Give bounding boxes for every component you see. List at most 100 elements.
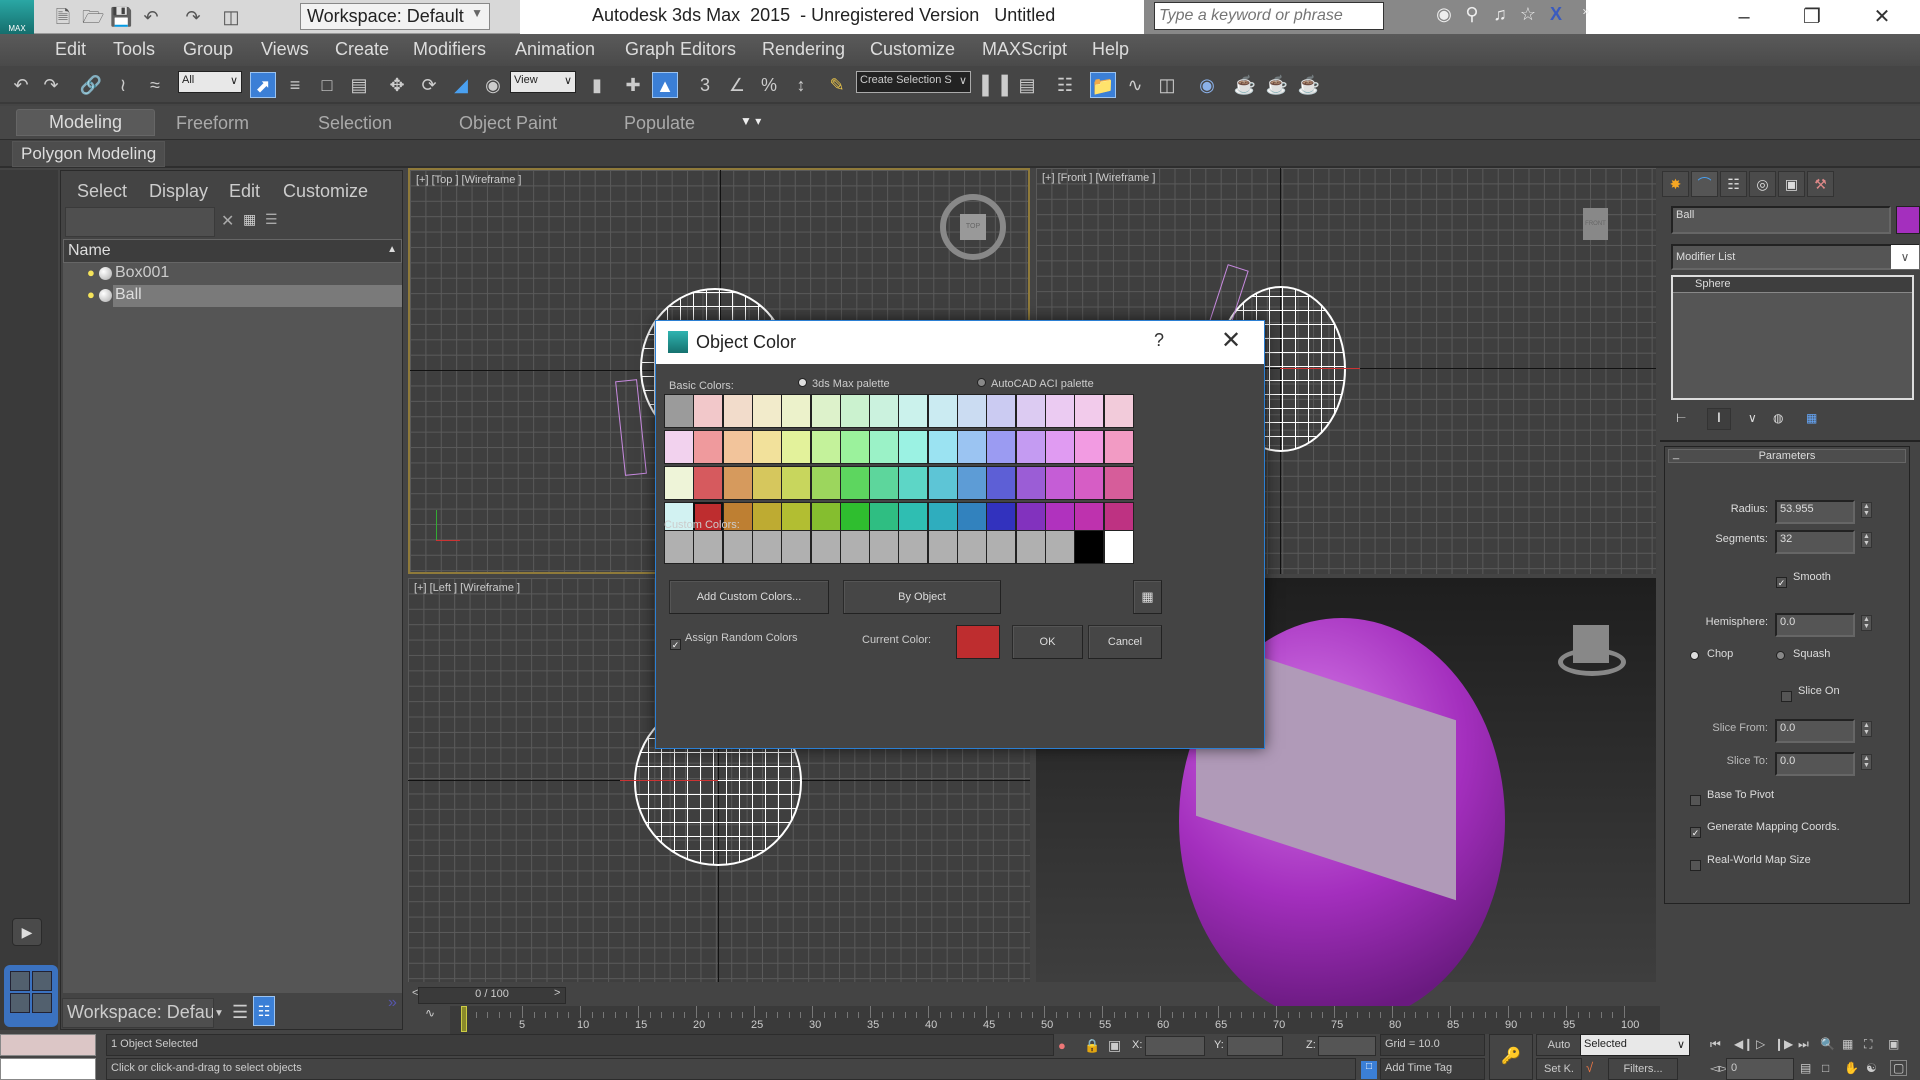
rollout-header[interactable]: _ Parameters xyxy=(1668,448,1906,463)
scene-menu-customize[interactable]: Customize xyxy=(283,181,368,202)
zoom-extents-icon[interactable]: ⛶ xyxy=(1864,1037,1872,1052)
expand-toolbar-icon[interactable]: » xyxy=(1574,4,1598,28)
basic-color-swatch[interactable] xyxy=(986,394,1017,428)
chevron-down-icon[interactable]: ▼ xyxy=(214,1008,224,1019)
basic-color-swatch[interactable] xyxy=(898,394,929,428)
stack-item-sphere[interactable]: Sphere xyxy=(1673,277,1912,293)
maxscript-listener-pink[interactable] xyxy=(0,1034,96,1056)
create-tab-icon[interactable]: ✸ xyxy=(1662,171,1689,197)
basic-color-swatch[interactable] xyxy=(722,430,753,464)
reference-coord-dropdown[interactable]: View ∨ xyxy=(510,71,576,93)
basic-color-swatch[interactable] xyxy=(722,466,753,500)
custom-color-swatch[interactable] xyxy=(898,530,929,564)
menu-views[interactable]: Views xyxy=(261,39,309,60)
by-object-button[interactable]: By Object xyxy=(843,580,1001,614)
rendered-frame-window-icon[interactable]: ☕ xyxy=(1264,72,1290,98)
basic-color-swatch[interactable] xyxy=(693,394,724,428)
segments-field[interactable]: 32 xyxy=(1775,530,1855,554)
percent-snap-icon[interactable]: % xyxy=(756,72,782,98)
pin-stack-icon[interactable]: ⊢ xyxy=(1676,411,1686,425)
list-item[interactable]: ● Ball xyxy=(63,285,402,307)
render-sphere-icon[interactable] xyxy=(99,267,112,280)
add-custom-colors-button[interactable]: Add Custom Colors... xyxy=(669,580,829,614)
basic-color-swatch[interactable] xyxy=(927,430,958,464)
custom-color-swatch[interactable] xyxy=(810,530,841,564)
basic-color-swatch[interactable] xyxy=(751,466,782,500)
basic-color-swatch[interactable] xyxy=(1015,430,1046,464)
basic-color-swatch[interactable] xyxy=(1074,430,1105,464)
set-key-toggle[interactable]: Set K. xyxy=(1536,1058,1582,1080)
time-slider[interactable]: 0 / 100 xyxy=(418,987,566,1004)
add-time-tag-button[interactable]: Add Time Tag xyxy=(1380,1058,1485,1080)
satellite-icon[interactable]: ♫ xyxy=(1488,4,1512,28)
palette-aci-radio[interactable] xyxy=(977,378,986,387)
basic-color-swatch[interactable] xyxy=(957,430,987,464)
undo-icon[interactable]: ↶ xyxy=(8,72,34,98)
color-picker-icon[interactable]: ▦ xyxy=(1133,580,1162,614)
object-color-swatch[interactable] xyxy=(1896,206,1920,234)
manipulate-icon[interactable]: ✚ xyxy=(620,72,646,98)
basic-color-swatch[interactable] xyxy=(869,466,900,500)
viewcube-top[interactable]: TOP xyxy=(960,214,986,240)
window-crossing-icon[interactable]: ▤ xyxy=(346,72,372,98)
hierarchy-tab-icon[interactable]: ☷ xyxy=(1720,171,1747,197)
basic-color-swatch[interactable] xyxy=(664,466,694,500)
workspace-dropdown[interactable]: Workspace: Default ▼ xyxy=(300,3,490,30)
basic-color-swatch[interactable] xyxy=(927,394,958,428)
basic-color-swatch[interactable] xyxy=(839,466,870,500)
display-tab-icon[interactable]: ▣ xyxy=(1778,171,1805,197)
custom-color-swatch[interactable] xyxy=(927,530,958,564)
project-folder-icon[interactable]: ◫ xyxy=(220,6,242,28)
basic-color-swatch[interactable] xyxy=(986,430,1017,464)
select-by-name-icon[interactable]: ≡ xyxy=(282,72,308,98)
ribbon-tab-modeling[interactable]: Modeling xyxy=(16,109,156,136)
minimize-button[interactable]: – xyxy=(1714,0,1774,34)
scale-icon[interactable]: ◢ xyxy=(448,72,474,98)
favorites-star-icon[interactable]: ☆ xyxy=(1516,4,1540,28)
custom-color-swatch[interactable] xyxy=(986,530,1017,564)
menu-group[interactable]: Group xyxy=(183,39,233,60)
custom-color-swatch[interactable] xyxy=(839,530,870,564)
orbit-icon[interactable]: ☯ xyxy=(1866,1061,1877,1075)
z-coord-field[interactable] xyxy=(1318,1036,1376,1056)
viewcube-front[interactable]: FRONT xyxy=(1583,208,1608,240)
mini-curve-editor-icon[interactable]: ∿ xyxy=(418,1006,442,1030)
field-of-view-icon[interactable]: □ xyxy=(1822,1061,1829,1075)
restore-button[interactable]: ❐ xyxy=(1782,0,1842,34)
slice-to-spinner[interactable]: ▲ ▼ xyxy=(1861,754,1872,770)
basic-color-swatch[interactable] xyxy=(781,466,812,500)
custom-color-swatch[interactable] xyxy=(1103,530,1134,564)
link-icon[interactable]: 🔗 xyxy=(78,72,104,98)
menu-tools[interactable]: Tools xyxy=(113,39,155,60)
hemisphere-field[interactable]: 0.0 xyxy=(1775,613,1855,637)
add-to-selection-icon[interactable]: ▦ xyxy=(243,211,256,228)
expand-panel-icon[interactable]: » xyxy=(388,994,397,1012)
basic-color-swatch[interactable] xyxy=(1044,394,1075,428)
spinner-snap-icon[interactable]: ↕ xyxy=(788,72,814,98)
scene-item-ball[interactable]: Ball xyxy=(113,285,402,307)
keyword-search-input[interactable] xyxy=(1154,2,1384,30)
go-to-end-icon[interactable]: ⏭ xyxy=(1798,1037,1809,1052)
scene-item-box001[interactable]: Box001 xyxy=(113,263,402,285)
selection-filter-dropdown[interactable]: All ∨ xyxy=(178,71,242,93)
basic-color-swatch[interactable] xyxy=(957,466,987,500)
radius-field[interactable]: 53.955 xyxy=(1775,500,1855,524)
exchange-x-icon[interactable]: X xyxy=(1544,4,1568,28)
basic-color-swatch[interactable] xyxy=(1015,466,1046,500)
basic-color-swatch[interactable] xyxy=(810,430,841,464)
mirror-icon[interactable]: ▌▐ xyxy=(982,72,1008,98)
viewport-label[interactable]: [+] [Top ] [Wireframe ] xyxy=(416,174,521,186)
zoom-all-icon[interactable]: ▦ xyxy=(1842,1037,1853,1051)
play-icon[interactable]: ▷ xyxy=(1756,1037,1765,1051)
custom-color-swatch[interactable] xyxy=(781,530,812,564)
menu-animation[interactable]: Animation xyxy=(515,39,595,60)
timeline-track[interactable]: 0510152025303540455055606570758085909510… xyxy=(450,1006,1660,1034)
modify-tab-icon[interactable]: ⌒ xyxy=(1691,171,1718,197)
schematic-view-icon[interactable]: ◫ xyxy=(1154,72,1180,98)
render-sphere-icon[interactable] xyxy=(99,289,112,302)
configure-modifier-sets-icon[interactable]: ▦ xyxy=(1806,411,1817,425)
basic-color-swatch[interactable] xyxy=(810,466,841,500)
next-frame-icon[interactable]: ❙▶ xyxy=(1774,1037,1793,1051)
basic-color-swatch[interactable] xyxy=(781,394,812,428)
basic-color-swatch[interactable] xyxy=(781,430,812,464)
